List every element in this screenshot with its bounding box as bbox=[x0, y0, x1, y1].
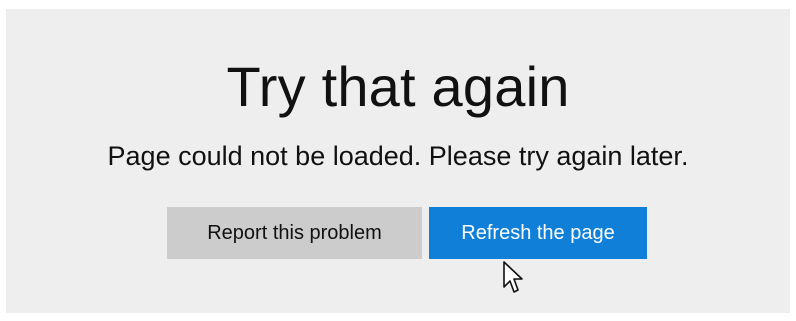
report-problem-button[interactable]: Report this problem bbox=[167, 207, 422, 259]
refresh-page-button[interactable]: Refresh the page bbox=[429, 207, 647, 259]
error-title: Try that again bbox=[226, 55, 570, 118]
mouse-pointer-icon bbox=[503, 261, 523, 293]
error-message: Page could not be loaded. Please try aga… bbox=[107, 141, 689, 171]
error-panel: Try that again Page could not be loaded.… bbox=[6, 9, 790, 313]
